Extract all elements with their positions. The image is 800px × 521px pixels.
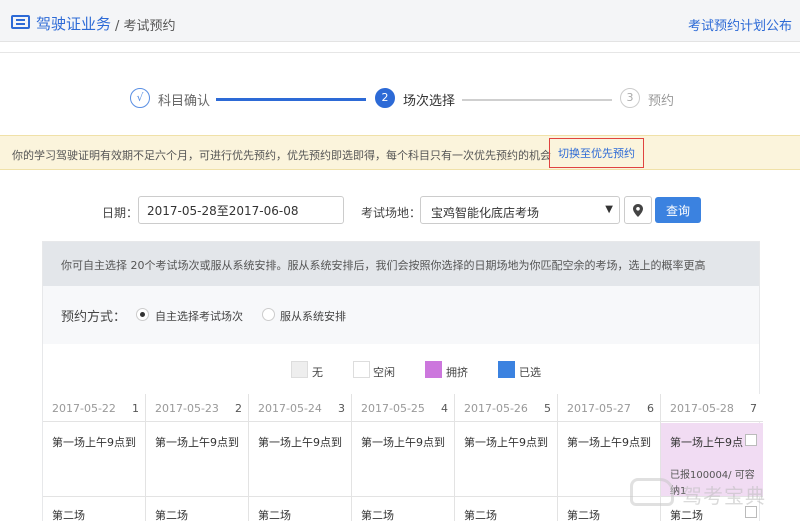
filter-bar: 日期： 考试场地： 宝鸡智能化底店考场 ▼ 查询 <box>0 196 800 226</box>
day-date: 2017-05-27 <box>567 402 631 415</box>
notice-text: 你的学习驾驶证明有效期不足六个月，可进行优先预约，优先预约即选即得，每个科目只有… <box>12 149 551 162</box>
session-1-slot[interactable]: 第一场上午9点到 <box>361 434 445 450</box>
radio-self-select-label[interactable]: 自主选择考试场次 <box>155 308 243 324</box>
day-date: 2017-05-25 <box>361 402 425 415</box>
description-text: 你可自主选择 20个考试场次或服从系统安排。服从系统安排后，我们会按照你选择的日… <box>61 259 706 272</box>
reservation-mode: 预约方式： 自主选择考试场次 服从系统安排 <box>43 286 759 344</box>
session-1-slot[interactable]: 第一场上午9点到 <box>567 434 651 450</box>
day-header: 2017-05-26 5 <box>455 394 557 422</box>
row-divider <box>43 496 145 497</box>
step-2-number: 2 <box>375 88 395 108</box>
content-card: √ 科目确认 2 场次选择 3 预约 你的学习驾驶证明有效期不足六个月，可进行优… <box>0 52 800 521</box>
switch-priority-button[interactable]: 切换至优先预约 <box>549 138 644 168</box>
day-number: 4 <box>441 402 448 415</box>
legend-selected-label: 已选 <box>519 366 541 379</box>
progress-steps: √ 科目确认 2 场次选择 3 预约 <box>0 83 800 113</box>
day-number: 5 <box>544 402 551 415</box>
watermark: 驾考宝典 <box>630 474 795 514</box>
day-date: 2017-05-28 <box>670 402 734 415</box>
row-divider <box>146 496 248 497</box>
breadcrumb: / 考试预约 <box>115 19 176 34</box>
map-pin-button[interactable] <box>624 196 652 224</box>
panel-description: 你可自主选择 20个考试场次或服从系统安排。服从系统安排后，我们会按照你选择的日… <box>43 242 759 286</box>
day-header: 2017-05-25 4 <box>352 394 454 422</box>
watermark-text: 驾考宝典 <box>682 484 766 508</box>
day-date: 2017-05-26 <box>464 402 528 415</box>
section-title[interactable]: 驾驶证业务 <box>36 13 111 34</box>
top-header: 驾驶证业务 / 考试预约 考试预约计划公布 <box>0 0 800 42</box>
session-2-slot[interactable]: 第二场 <box>567 507 600 521</box>
session-2-slot[interactable]: 第二场 <box>258 507 291 521</box>
legend-none-swatch <box>291 361 308 378</box>
day-header: 2017-05-22 1 <box>43 394 145 422</box>
day-number: 1 <box>132 402 139 415</box>
site-select[interactable]: 宝鸡智能化底店考场 ▼ <box>420 196 620 224</box>
site-select-value: 宝鸡智能化底店考场 <box>431 206 540 220</box>
session-1-slot[interactable]: 第一场上午9点到 <box>52 434 136 450</box>
day-column: 2017-05-22 1 第一场上午9点到 第二场 <box>43 394 146 521</box>
session-2-slot[interactable]: 第二场 <box>361 507 394 521</box>
day-header: 2017-05-24 3 <box>249 394 351 422</box>
day-date: 2017-05-24 <box>258 402 322 415</box>
date-range-input[interactable] <box>138 196 344 224</box>
day-date: 2017-05-22 <box>52 402 116 415</box>
list-icon <box>11 15 30 29</box>
day-number: 2 <box>235 402 242 415</box>
step-3-label: 预约 <box>648 94 675 109</box>
day-number: 7 <box>750 402 757 415</box>
mode-label: 预约方式： <box>61 310 127 325</box>
car-logo-icon <box>630 478 674 506</box>
date-label: 日期： <box>102 206 139 220</box>
legend-none-label: 无 <box>312 366 323 379</box>
step-2-label: 场次选择 <box>403 94 456 109</box>
session-1-checkbox[interactable] <box>745 434 757 446</box>
row-divider <box>455 496 557 497</box>
map-pin-icon <box>633 204 643 217</box>
day-column: 2017-05-26 5 第一场上午9点到 第二场 <box>455 394 558 521</box>
exam-plan-link[interactable]: 考试预约计划公布 <box>688 15 792 34</box>
step-1-label: 科目确认 <box>158 94 211 109</box>
session-1-slot[interactable]: 第一场上午9点到 <box>464 434 548 450</box>
status-legend: 无 空闲 拥挤 已选 <box>43 344 759 394</box>
day-header: 2017-05-23 2 <box>146 394 248 422</box>
radio-self-select[interactable] <box>136 308 149 321</box>
day-column: 2017-05-23 2 第一场上午9点到 第二场 <box>146 394 249 521</box>
session-2-slot[interactable]: 第二场 <box>52 507 85 521</box>
step-line-pending <box>462 99 612 101</box>
day-header: 2017-05-28 7 <box>661 394 763 422</box>
session-1-slot[interactable]: 第一场上午9点到 <box>155 434 239 450</box>
step-3-number: 3 <box>620 88 640 108</box>
legend-selected-swatch <box>498 361 515 378</box>
day-number: 3 <box>338 402 345 415</box>
row-divider <box>249 496 351 497</box>
day-column: 2017-05-24 3 第一场上午9点到 第二场 <box>249 394 352 521</box>
row-divider <box>352 496 454 497</box>
priority-notice: 你的学习驾驶证明有效期不足六个月，可进行优先预约，优先预约即选即得，每个科目只有… <box>0 135 800 170</box>
day-column: 2017-05-25 4 第一场上午9点到 第二场 <box>352 394 455 521</box>
radio-system-assign[interactable] <box>262 308 275 321</box>
step-1-check-icon: √ <box>130 88 150 108</box>
day-date: 2017-05-23 <box>155 402 219 415</box>
caret-down-icon: ▼ <box>605 204 613 215</box>
legend-crowded-swatch <box>425 361 442 378</box>
legend-free-label: 空闲 <box>373 366 395 379</box>
session-2-slot[interactable]: 第二场 <box>155 507 188 521</box>
radio-system-assign-label[interactable]: 服从系统安排 <box>280 308 346 324</box>
session-1-slot[interactable]: 第一场上午9点到 <box>258 434 342 450</box>
day-header: 2017-05-27 6 <box>558 394 660 422</box>
session-2-slot[interactable]: 第二场 <box>464 507 497 521</box>
legend-crowded-label: 拥挤 <box>446 366 468 379</box>
session-1-slot[interactable]: 第一场上午9点 <box>670 434 743 450</box>
query-button[interactable]: 查询 <box>655 197 701 223</box>
step-line-done <box>216 98 366 101</box>
legend-free-swatch <box>353 361 370 378</box>
site-label: 考试场地： <box>361 206 422 220</box>
day-number: 6 <box>647 402 654 415</box>
